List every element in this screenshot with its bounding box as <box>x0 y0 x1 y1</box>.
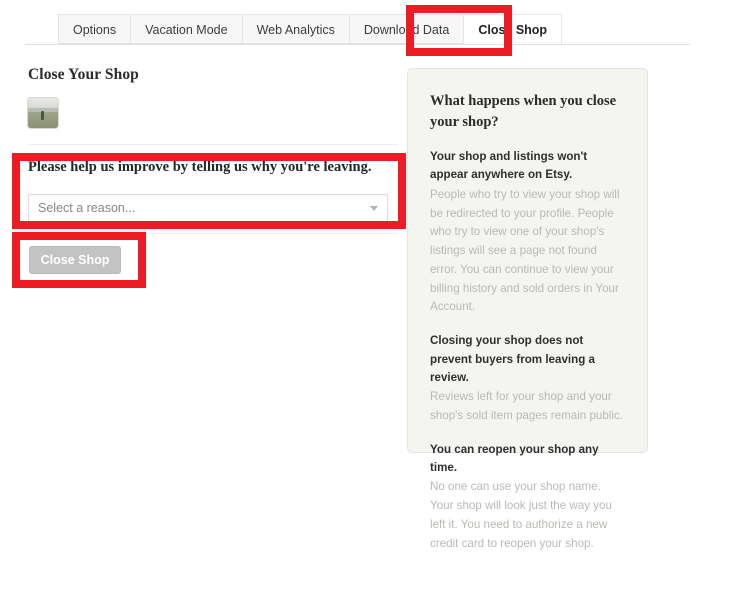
tab-vacation-mode[interactable]: Vacation Mode <box>130 14 243 44</box>
tab-bar-divider <box>25 44 690 45</box>
thumbnail-figure <box>41 110 45 120</box>
info-block-title: You can reopen your shop any time. <box>430 442 599 475</box>
tab-close-shop[interactable]: Close Shop <box>463 14 563 44</box>
info-panel: What happens when you close your shop? Y… <box>407 68 648 550</box>
settings-tab-bar: Options Vacation Mode Web Analytics Down… <box>0 0 738 46</box>
tab-web-analytics[interactable]: Web Analytics <box>241 14 350 44</box>
info-block-body: People who try to view your shop will be… <box>430 187 620 314</box>
reason-label: Please help us improve by telling us why… <box>28 159 372 175</box>
form-divider-bottom <box>28 233 398 234</box>
info-block-body: Reviews left for your shop and your shop… <box>430 390 623 422</box>
info-block-listings: Your shop and listings won't appear anyw… <box>430 148 625 317</box>
chevron-down-icon <box>370 206 378 211</box>
info-block-reviews: Closing your shop does not prevent buyer… <box>430 332 625 426</box>
info-block-title: Closing your shop does not prevent buyer… <box>430 334 595 384</box>
reason-select[interactable]: Select a reason... <box>28 194 388 222</box>
tab-list: Options Vacation Mode Web Analytics Down… <box>58 14 563 44</box>
info-block-body: No one can use your shop name. Your shop… <box>430 480 612 550</box>
reason-select-value: Select a reason... <box>38 201 136 215</box>
shop-thumbnail <box>27 97 59 129</box>
info-block-title: Your shop and listings won't appear anyw… <box>430 150 588 182</box>
tab-options[interactable]: Options <box>58 14 132 44</box>
info-panel-heading: What happens when you close your shop? <box>430 93 617 130</box>
page-title: Close Your Shop <box>28 66 139 83</box>
form-divider-top <box>28 144 398 145</box>
info-block-reopen: You can reopen your shop any time. No on… <box>430 441 625 554</box>
close-shop-button[interactable]: Close Shop <box>29 246 121 274</box>
tab-download-data[interactable]: Download Data <box>348 14 465 44</box>
